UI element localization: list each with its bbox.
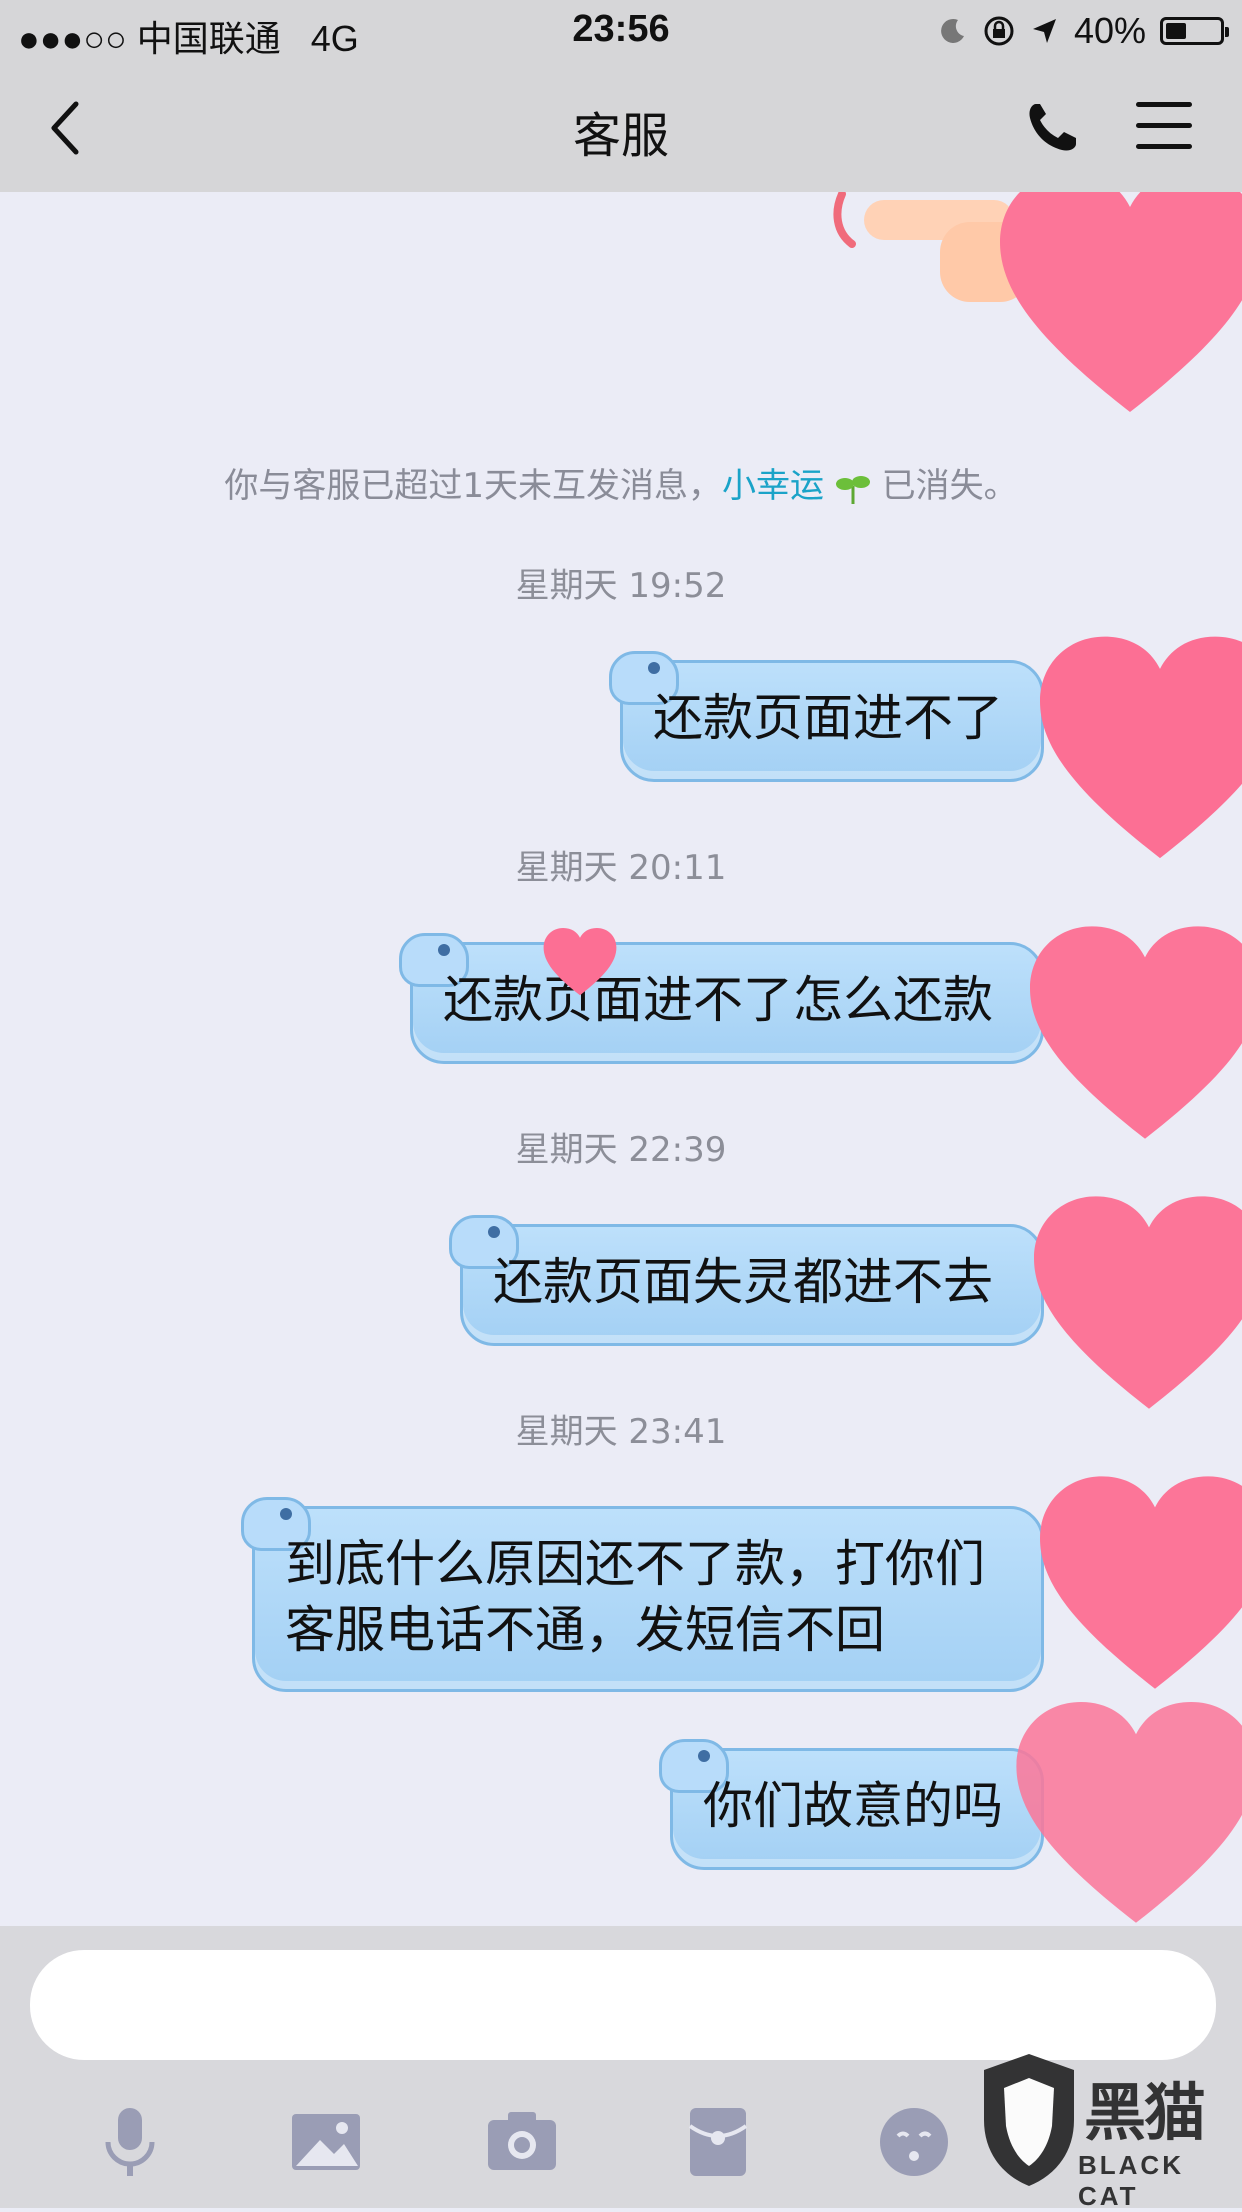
watermark-title: 黑猫 — [1084, 2076, 1206, 2149]
image-icon[interactable] — [286, 2102, 366, 2182]
input-bar: 黑猫 BLACK CAT — [0, 1926, 1242, 2211]
nav-bar: 客服 — [0, 62, 1242, 193]
status-icons: 40% — [938, 10, 1229, 52]
camera-icon[interactable] — [482, 2102, 562, 2182]
status-bar: ●●●○○ 中国联通 4G 23:56 40% — [0, 0, 1242, 62]
heart-icon — [1040, 636, 1242, 859]
timestamp: 星期天 19:52 — [515, 566, 727, 606]
heart-icon — [543, 928, 617, 996]
phone-icon[interactable] — [1022, 98, 1082, 158]
chat-area[interactable]: 你与客服已超过1天未互发消息，小幸运 已消失。 星期天 19:52 还款页面进不… — [0, 192, 1242, 1926]
menu-icon[interactable] — [1136, 102, 1192, 152]
heart-icon — [1030, 926, 1242, 1139]
microphone-icon[interactable] — [90, 2102, 170, 2182]
message-text: 到底什么原因还不了款，打你们 客服电话不通，发短信不回 — [285, 1535, 985, 1659]
heart-icon — [1016, 1702, 1242, 1923]
battery-level — [1166, 23, 1187, 39]
message-bubble[interactable]: 到底什么原因还不了款，打你们 客服电话不通，发短信不回 — [241, 1497, 1044, 1692]
notice-suffix: 已消失。 — [881, 466, 1018, 506]
message-bubble[interactable]: 你们故意的吗 — [659, 1739, 1044, 1870]
black-cat-watermark: 黑猫 BLACK CAT — [974, 2050, 1234, 2211]
message-text: 你们故意的吗 — [703, 1777, 1003, 1835]
notice-highlight[interactable]: 小幸运 — [722, 466, 824, 506]
sprout-icon — [835, 475, 870, 504]
message-bubble[interactable]: 还款页面进不了怎么还款 — [399, 933, 1044, 1064]
watermark-subtitle: BLACK CAT — [1078, 2150, 1184, 2211]
battery-icon — [1160, 17, 1229, 45]
message-text: 还款页面失灵都进不去 — [493, 1253, 993, 1311]
rotation-lock-icon — [984, 16, 1014, 46]
heart-icon — [1000, 192, 1242, 412]
heart-icon — [1040, 1476, 1242, 1689]
expiry-notice: 你与客服已超过1天未互发消息，小幸运 已消失。 — [0, 458, 1242, 507]
cat-shield-icon — [984, 2054, 1074, 2186]
red-packet-icon[interactable] — [678, 2102, 758, 2182]
heart-icon — [1034, 1196, 1242, 1409]
message-text: 还款页面进不了怎么还款 — [443, 971, 993, 1029]
message-bubble[interactable]: 还款页面失灵都进不去 — [449, 1215, 1044, 1346]
message-text: 还款页面进不了 — [653, 689, 1003, 747]
message-bubble[interactable]: 还款页面进不了 — [609, 651, 1044, 782]
location-arrow-icon — [1032, 19, 1056, 43]
emoji-icon[interactable] — [874, 2102, 954, 2182]
notice-prefix: 你与客服已超过1天未互发消息， — [224, 466, 722, 506]
moon-icon — [941, 18, 964, 43]
message-input[interactable] — [30, 1950, 1216, 2060]
battery-percent: 40% — [1073, 10, 1146, 51]
